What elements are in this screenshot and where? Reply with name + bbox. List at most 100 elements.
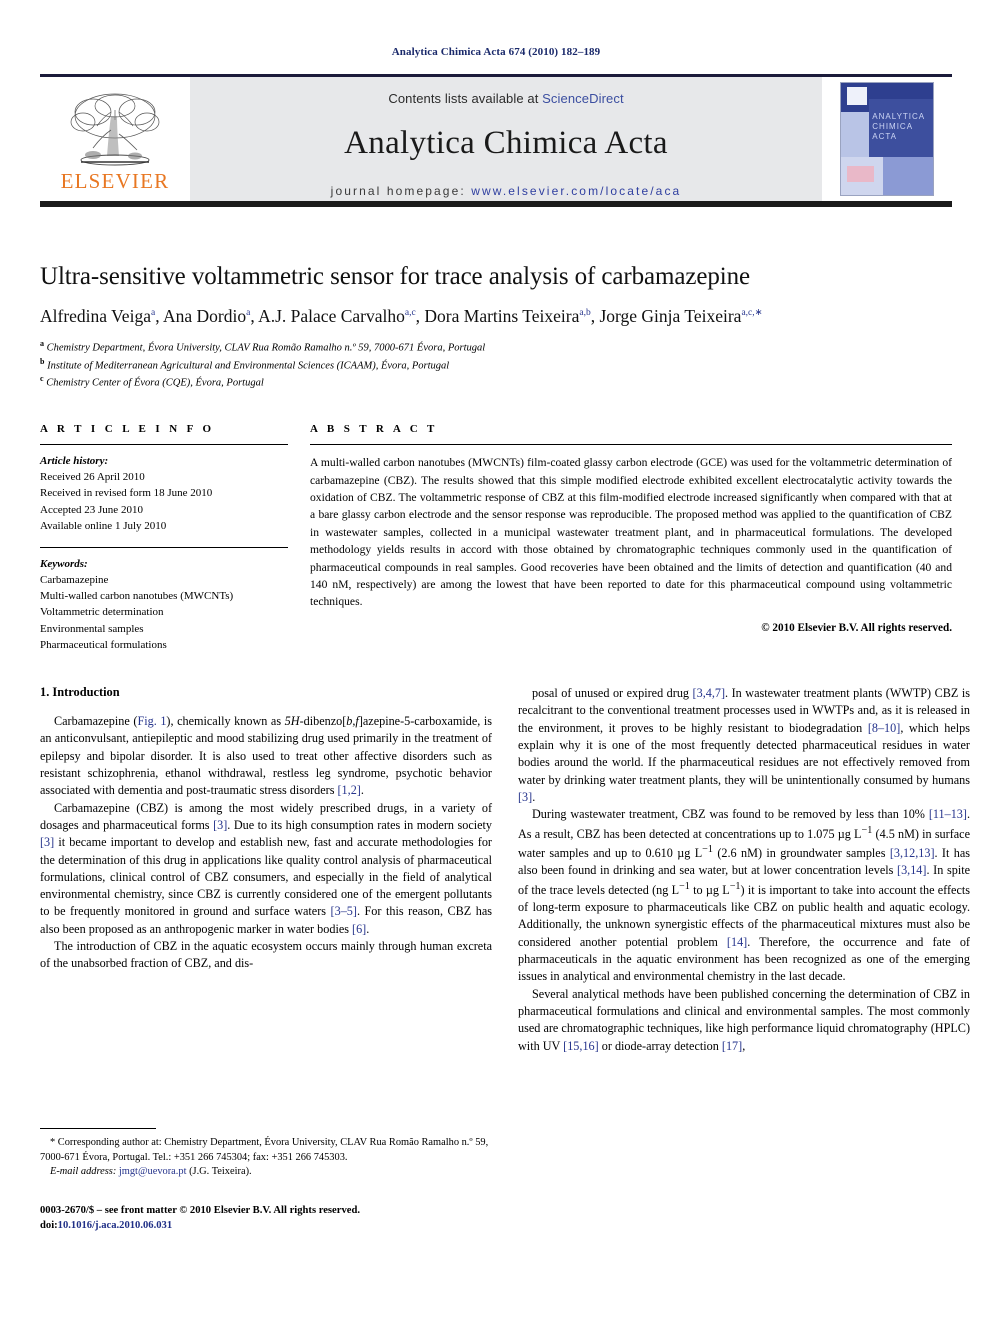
citation-ref[interactable]: [17] — [722, 1039, 742, 1053]
email-note: E-mail address: jmgt@uevora.pt (J.G. Tei… — [40, 1165, 492, 1180]
elsevier-tree-icon — [70, 93, 160, 166]
abstract-heading: A B S T R A C T — [310, 423, 438, 436]
article-info-column: A R T I C L E I N F O Article history: R… — [40, 423, 288, 653]
cover-publisher-badge — [846, 87, 867, 106]
affiliation-list: a Chemistry Department, Évora University… — [40, 338, 952, 391]
contents-available-line: Contents lists available at ScienceDirec… — [388, 91, 623, 106]
citation-ref[interactable]: [11–13] — [929, 807, 967, 821]
citation-ref[interactable]: [8–10] — [868, 721, 901, 735]
issn-block: 0003-2670/$ – see front matter © 2010 El… — [40, 1203, 492, 1234]
article-title-block: Ultra-sensitive voltammetric sensor for … — [40, 263, 952, 391]
body-paragraph: During wastewater treatment, CBZ was fou… — [518, 807, 971, 984]
citation-ref[interactable]: [3] — [40, 835, 54, 849]
citation-ref[interactable]: [3,4,7] — [693, 686, 726, 700]
superscript: −1 — [861, 824, 873, 836]
article-history-item: Received in revised form 18 June 2010 — [40, 487, 213, 500]
citation-ref[interactable]: [3,12,13] — [890, 846, 935, 860]
body-column-right: posal of unused or expired drug [3,4,7].… — [518, 685, 970, 1055]
doi-link[interactable]: 10.1016/j.aca.2010.06.031 — [58, 1220, 172, 1231]
affiliation-line: a Chemistry Department, Évora University… — [40, 339, 486, 354]
article-history-item: Available online 1 July 2010 — [40, 519, 167, 532]
affiliation-mark: b — [40, 356, 45, 366]
journal-article-page: Analytica Chimica Acta 674 (2010) 182–18… — [0, 0, 992, 1323]
body-paragraph: The introduction of CBZ in the aquatic e… — [40, 939, 492, 971]
journal-title: Analytica Chimica Acta — [344, 125, 668, 161]
cover-image: ANALYTICA CHIMICA ACTA — [840, 82, 934, 196]
keyword-item: Voltammetric determination — [40, 606, 164, 619]
body-paragraph: Carbamazepine (Fig. 1), chemically known… — [40, 713, 492, 798]
intro-left-paragraphs: Carbamazepine (Fig. 1), chemically known… — [40, 713, 492, 973]
citation-ref[interactable]: [3–5] — [331, 904, 357, 918]
article-info-separator — [40, 546, 288, 548]
doi-label: doi: — [40, 1220, 58, 1232]
cover-title-line-1: ANALYTICA — [872, 112, 926, 122]
article-history-block: Article history: Received 26 April 2010 R… — [40, 453, 288, 534]
italic-token: b,f — [346, 713, 359, 728]
journal-homepage-link[interactable]: www.elsevier.com/locate/aca — [471, 184, 681, 198]
keywords-label: Keywords: — [40, 557, 88, 570]
keywords-block: Keywords: Carbamazepine Multi-walled carb… — [40, 556, 288, 653]
citation-ref[interactable]: [3,14] — [897, 863, 926, 877]
elsevier-logo: ELSEVIER — [40, 77, 190, 201]
journal-homepage-line: journal homepage: www.elsevier.com/locat… — [331, 184, 682, 198]
citation-ref[interactable]: [3] — [518, 790, 532, 804]
affiliation-mark: a — [40, 339, 44, 348]
email-suffix: (J.G. Teixeira). — [189, 1166, 252, 1178]
corresponding-author-note: * Corresponding author at: Chemistry Dep… — [40, 1137, 489, 1163]
running-head: Analytica Chimica Acta 674 (2010) 182–18… — [391, 46, 601, 58]
contents-prefix-text: Contents lists available at — [388, 91, 543, 106]
page-title: Ultra-sensitive voltammetric sensor for … — [40, 263, 750, 290]
abstract-column: A B S T R A C T A multi-walled carbon na… — [310, 423, 952, 653]
abstract-copyright: © 2010 Elsevier B.V. All rights reserved… — [761, 621, 952, 634]
keyword-item: Pharmaceutical formulations — [40, 638, 167, 651]
keyword-item: Carbamazepine — [40, 574, 109, 587]
article-body: 1. Introduction Carbamazepine (Fig. 1), … — [40, 685, 970, 1055]
journal-masthead: ELSEVIER Contents lists available at Sci… — [40, 74, 952, 201]
footnote-area: * Corresponding author at: Chemistry Dep… — [40, 1128, 492, 1233]
superscript: −1 — [679, 880, 690, 892]
affiliation-line: b Institute of Mediterranean Agricultura… — [40, 356, 450, 372]
abstract-top-rule — [310, 444, 952, 446]
citation-ref[interactable]: [3] — [213, 818, 227, 832]
citation-ref[interactable]: [14] — [727, 935, 747, 949]
superscript: −1 — [702, 843, 713, 855]
abstract-text: A multi-walled carbon nanotubes (MWCNTs)… — [310, 456, 952, 609]
masthead-bottom-rule — [40, 201, 952, 207]
italic-token: 5H — [284, 713, 300, 728]
article-history-label: Article history: — [40, 455, 109, 468]
affiliation-line: c Chemistry Center of Évora (CQE), Évora… — [40, 374, 264, 389]
citation-ref[interactable]: [1,2] — [338, 783, 361, 797]
elsevier-wordmark: ELSEVIER — [60, 169, 170, 193]
cover-contents-block — [846, 165, 875, 182]
body-column-left: 1. Introduction Carbamazepine (Fig. 1), … — [40, 685, 492, 1055]
affiliation-mark: c — [40, 374, 44, 384]
body-paragraph: posal of unused or expired drug [3,4,7].… — [518, 685, 971, 804]
section-heading-introduction: 1. Introduction — [40, 684, 120, 699]
keyword-item: Multi-walled carbon nanotubes (MWCNTs) — [40, 590, 234, 603]
author-list: Alfredina Veigaa, Ana Dordioa, A.J. Pala… — [40, 306, 763, 326]
doi-line: doi:10.1016/j.aca.2010.06.031 — [40, 1218, 492, 1233]
email-link[interactable]: jmgt@uevora.pt — [119, 1166, 187, 1177]
journal-cover-thumbnail: ANALYTICA CHIMICA ACTA — [822, 77, 952, 201]
figure-ref[interactable]: Fig. 1 — [137, 714, 166, 728]
keyword-item: Environmental samples — [40, 622, 144, 635]
keywords-items: Carbamazepine Multi-walled carbon nanotub… — [40, 572, 288, 653]
info-abstract-row: A R T I C L E I N F O Article history: R… — [40, 423, 952, 653]
article-info-heading: A R T I C L E I N F O — [40, 423, 215, 436]
body-paragraph: Carbamazepine (CBZ) is among the most wi… — [40, 800, 492, 936]
cover-title-line-2: CHIMICA ACTA — [872, 122, 913, 142]
article-history-item: Accepted 23 June 2010 — [40, 503, 143, 516]
article-history-items: Received 26 April 2010 Received in revise… — [40, 469, 288, 534]
cover-title-text: ANALYTICA CHIMICA ACTA — [872, 112, 933, 142]
issn-line: 0003-2670/$ – see front matter © 2010 El… — [40, 1204, 360, 1216]
citation-ref[interactable]: [15,16] — [563, 1039, 599, 1053]
superscript: −1 — [729, 880, 741, 892]
footnote-rule — [40, 1128, 156, 1129]
article-history-item: Received 26 April 2010 — [40, 471, 145, 484]
email-label: E-mail address: — [50, 1166, 117, 1178]
masthead-center: Contents lists available at ScienceDirec… — [190, 77, 822, 201]
sciencedirect-link[interactable]: ScienceDirect — [542, 91, 624, 106]
body-paragraph: Several analytical methods have been pub… — [518, 986, 970, 1053]
citation-ref[interactable]: [6] — [352, 922, 366, 936]
homepage-prefix-text: journal homepage: — [330, 184, 472, 198]
